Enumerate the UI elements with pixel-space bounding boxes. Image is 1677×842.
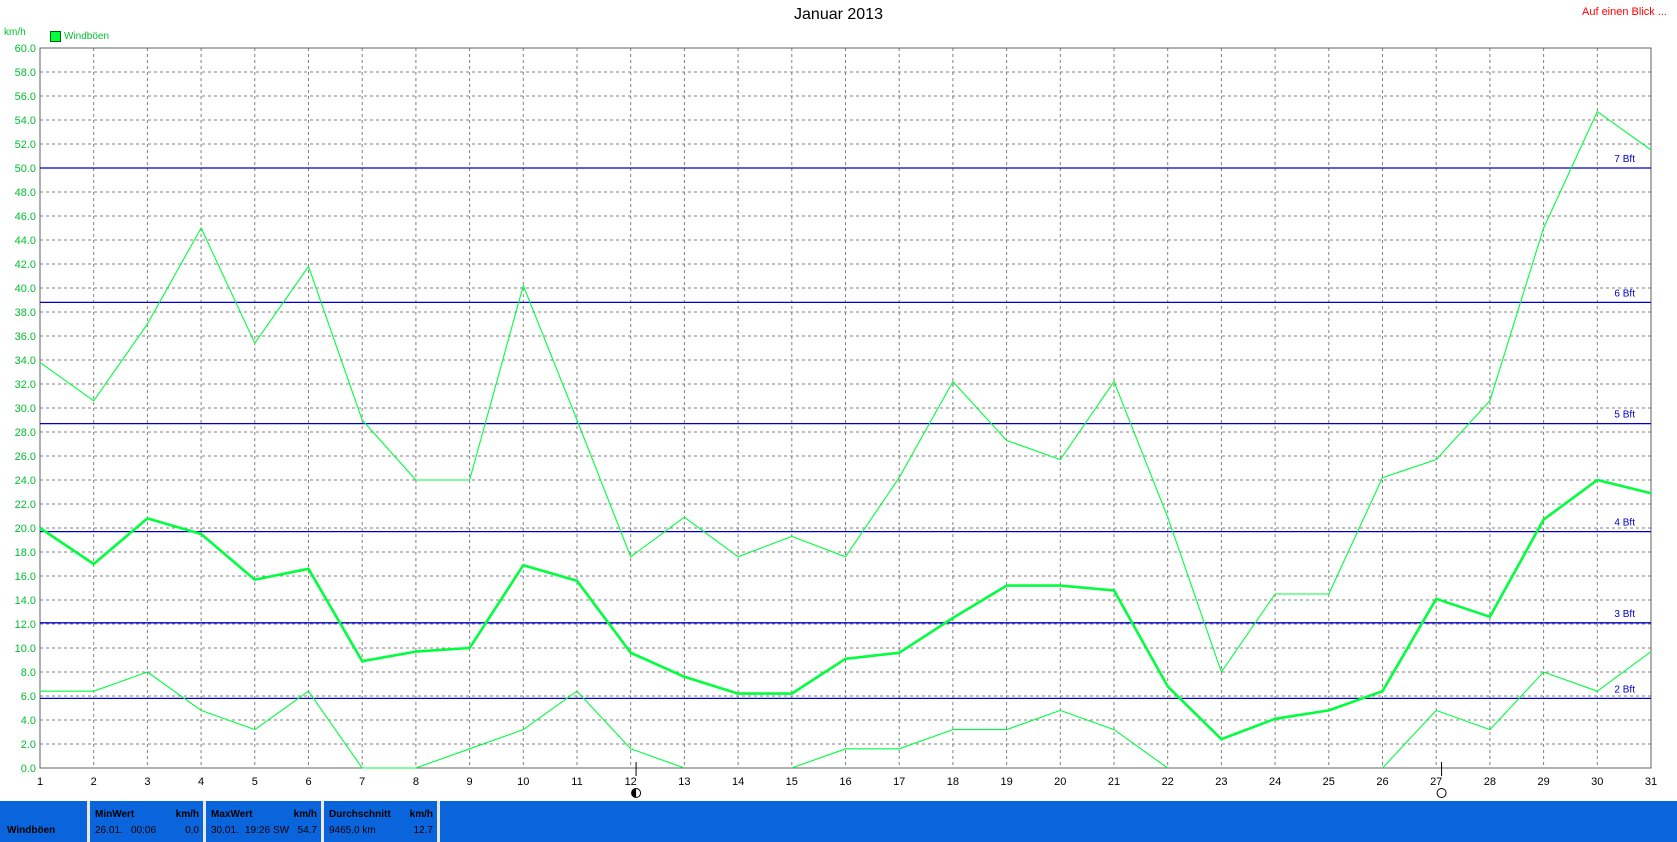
y-tick-label: 42.0: [15, 259, 36, 271]
y-tick-label: 58.0: [15, 67, 36, 79]
footer-separator: [203, 801, 206, 842]
x-tick-label: 11: [571, 776, 582, 788]
footer-separator: [437, 801, 440, 842]
x-tick-label: 25: [1323, 776, 1335, 788]
y-tick-label: 18.0: [15, 547, 36, 559]
beaufort-label: 2 Bft: [1614, 684, 1635, 695]
footer-min-cell: MinWert km/h 26.01. 00:06 0.0: [93, 801, 203, 842]
y-tick-label: 60.0: [15, 43, 36, 55]
y-tick-label: 50.0: [15, 163, 36, 175]
x-tick-label: 1: [37, 776, 43, 788]
y-tick-label: 0.0: [21, 763, 36, 775]
x-tick-label: 10: [517, 776, 529, 788]
x-tick-label: 30: [1591, 776, 1603, 788]
footer-max-value: 54.7: [297, 825, 317, 836]
y-tick-label: 36.0: [15, 331, 36, 343]
x-tick-label: 8: [413, 776, 419, 788]
y-tick-label: 8.0: [21, 667, 36, 679]
y-tick-label: 56.0: [15, 91, 36, 103]
x-tick-label: 13: [678, 776, 690, 788]
x-tick-label: 14: [732, 776, 744, 788]
x-tick-label: 24: [1269, 776, 1281, 788]
y-tick-label: 32.0: [15, 379, 36, 391]
footer-max-unit: km/h: [293, 809, 317, 820]
footer-min-unit: km/h: [175, 809, 199, 820]
summary-footer: Windböen MinWert km/h 26.01. 00:06 0.0 M…: [0, 801, 1677, 842]
footer-max-date: 30.01.: [211, 825, 239, 836]
moon-phase-icon: [1436, 788, 1447, 798]
footer-avg-distance: 9465.0 km: [329, 825, 376, 836]
y-tick-label: 24.0: [15, 475, 36, 487]
y-tick-label: 20.0: [15, 523, 36, 535]
beaufort-label: 7 Bft: [1614, 154, 1635, 165]
y-tick-label: 14.0: [15, 595, 36, 607]
footer-min-value: 0.0: [185, 825, 199, 836]
footer-min-time: 00:06: [131, 825, 157, 836]
beaufort-label: 4 Bft: [1614, 518, 1635, 529]
beaufort-label: 6 Bft: [1614, 288, 1635, 299]
x-tick-label: 22: [1162, 776, 1174, 788]
x-tick-label: 21: [1108, 776, 1120, 788]
y-tick-label: 28.0: [15, 427, 36, 439]
x-tick-label: 28: [1484, 776, 1496, 788]
y-tick-label: 2.0: [21, 739, 36, 751]
x-tick-label: 6: [305, 776, 311, 788]
x-tick-label: 4: [198, 776, 204, 788]
series-line-min: [1382, 651, 1652, 769]
footer-avg-header: Durchschnitt: [329, 809, 391, 820]
x-tick-label: 23: [1215, 776, 1227, 788]
x-tick-label: 5: [252, 776, 258, 788]
footer-avg-value: 12.7: [413, 825, 433, 836]
x-tick-label: 15: [786, 776, 798, 788]
y-tick-label: 44.0: [15, 235, 36, 247]
y-tick-label: 22.0: [15, 499, 36, 511]
footer-row-label-cell: Windböen: [7, 801, 87, 842]
x-tick-label: 3: [144, 776, 150, 788]
footer-max-header: MaxWert: [211, 809, 253, 820]
footer-row-label: Windböen: [7, 825, 56, 836]
footer-avg-unit: km/h: [409, 809, 433, 820]
x-tick-label: 7: [359, 776, 365, 788]
y-tick-label: 54.0: [15, 115, 36, 127]
x-tick-label: 2: [91, 776, 97, 788]
footer-separator: [321, 801, 324, 842]
x-tick-label: 27: [1430, 776, 1442, 788]
y-tick-label: 16.0: [15, 571, 36, 583]
y-tick-label: 30.0: [15, 403, 36, 415]
x-tick-label: 29: [1537, 776, 1549, 788]
y-tick-label: 10.0: [15, 643, 36, 655]
x-tick-label: 18: [947, 776, 959, 788]
beaufort-label: 3 Bft: [1614, 609, 1635, 620]
y-tick-label: 52.0: [15, 139, 36, 151]
y-tick-label: 12.0: [15, 619, 36, 631]
footer-max-time: 19:26: [245, 825, 271, 836]
footer-min-date: 26.01.: [95, 825, 123, 836]
y-tick-label: 46.0: [15, 211, 36, 223]
y-tick-label: 40.0: [15, 283, 36, 295]
wind-gust-chart: 0.0 2.0 4.0 6.0 8.0 10.0 12.0 14.0 16.0 18.0 20.0 2…: [15, 43, 1657, 798]
footer-max-direction: SW: [273, 825, 290, 836]
footer-min-header: MinWert: [95, 809, 135, 820]
beaufort-label: 5 Bft: [1614, 410, 1635, 421]
series-line-min: [791, 709, 1169, 769]
y-tick-label: 6.0: [21, 691, 36, 703]
x-tick-label: 31: [1645, 776, 1657, 788]
x-tick-label: 19: [1000, 776, 1012, 788]
x-tick-label: 17: [893, 776, 905, 788]
x-tick-label: 12: [625, 776, 637, 788]
y-tick-label: 38.0: [15, 307, 36, 319]
x-tick-label: 9: [467, 776, 473, 788]
y-tick-label: 48.0: [15, 187, 36, 199]
x-tick-label: 26: [1376, 776, 1388, 788]
footer-max-cell: MaxWert km/h 30.01. 19:26 SW 54.7: [209, 801, 321, 842]
footer-separator: [87, 801, 90, 842]
y-tick-label: 26.0: [15, 451, 36, 463]
x-tick-label: 20: [1054, 776, 1066, 788]
footer-avg-cell: Durchschnitt km/h 9465.0 km 12.7: [327, 801, 437, 842]
y-tick-label: 4.0: [21, 715, 36, 727]
y-tick-label: 34.0: [15, 355, 36, 367]
x-tick-label: 16: [839, 776, 851, 788]
